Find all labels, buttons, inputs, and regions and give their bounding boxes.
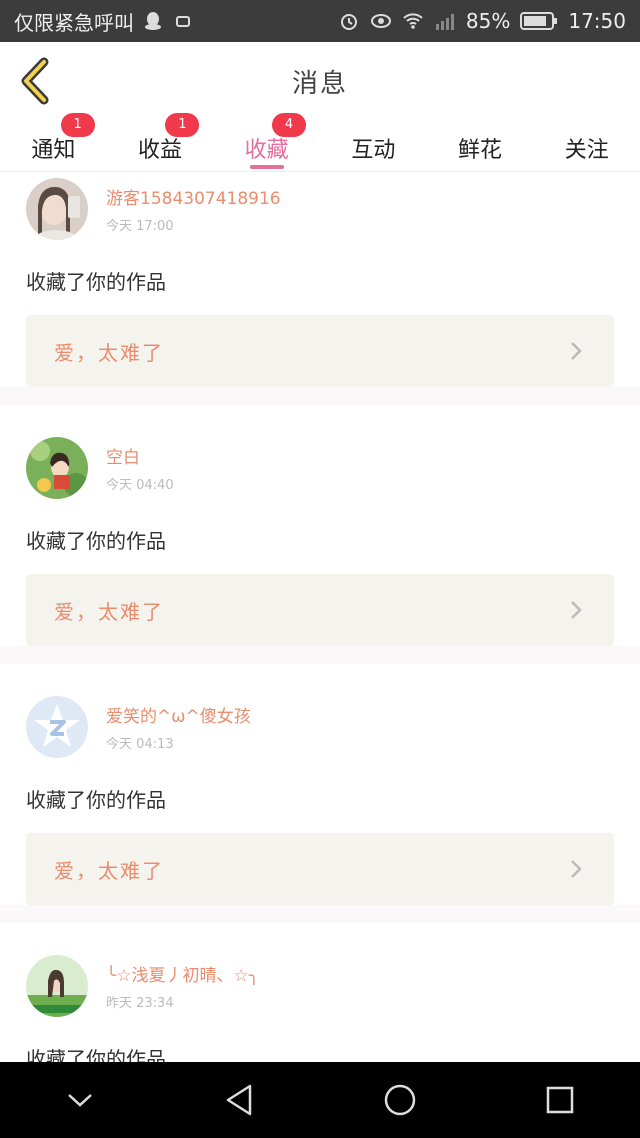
tab-interactions[interactable]: 互动 xyxy=(320,120,427,171)
message-feed: 游客1584307418916 今天 17:00 收藏了你的作品 爱，太难了 空… xyxy=(0,172,640,1062)
tab-flowers[interactable]: 鲜花 xyxy=(427,120,534,171)
avatar[interactable] xyxy=(26,955,88,1017)
work-title: 爱，太难了 xyxy=(54,599,164,624)
back-arrow-icon xyxy=(21,57,49,105)
avatar-image xyxy=(26,955,88,1017)
tab-label: 互动 xyxy=(351,138,396,163)
username[interactable]: 空白 xyxy=(106,443,174,468)
chevron-down-icon xyxy=(68,1094,92,1107)
hide-nav-button[interactable] xyxy=(50,1070,110,1130)
favorite-message-card: 空白 今天 04:40 收藏了你的作品 爱，太难了 xyxy=(0,405,640,646)
action-text: 收藏了你的作品 xyxy=(26,1047,166,1062)
message-time: 今天 04:40 xyxy=(106,478,174,493)
avatar[interactable] xyxy=(26,178,88,240)
back-nav-button[interactable] xyxy=(210,1070,270,1130)
avatar[interactable] xyxy=(26,437,88,499)
chevron-right-icon xyxy=(571,860,582,878)
username[interactable]: 爱笑的^ω^傻女孩 xyxy=(106,702,251,727)
message-time: 昨天 23:34 xyxy=(106,996,174,1011)
avatar-image xyxy=(26,178,88,240)
default-avatar-icon xyxy=(26,696,88,758)
carrier-text: 仅限紧急呼叫 xyxy=(14,10,134,35)
home-nav-button[interactable] xyxy=(370,1070,430,1130)
username[interactable]: 游客1584307418916 xyxy=(106,184,281,209)
favorite-message-card: 游客1584307418916 今天 17:00 收藏了你的作品 爱，太难了 xyxy=(0,172,640,387)
message-time: 今天 17:00 xyxy=(106,219,174,234)
action-text: 收藏了你的作品 xyxy=(26,788,166,812)
unread-badge: 1 xyxy=(165,113,200,137)
tab-label: 关注 xyxy=(564,138,609,163)
work-link[interactable]: 爱，太难了 xyxy=(26,833,614,905)
qq-icon xyxy=(145,12,161,30)
battery-percent: 85% xyxy=(465,9,511,33)
unread-badge: 1 xyxy=(60,113,95,137)
circle-home-icon xyxy=(384,1084,416,1116)
chevron-right-icon xyxy=(571,342,582,360)
username[interactable]: ╰☆浅夏丿初晴、☆╮ xyxy=(106,961,259,986)
tab-notifications[interactable]: 通知 1 xyxy=(0,113,107,171)
work-link[interactable]: 爱，太难了 xyxy=(26,315,614,387)
tab-earnings[interactable]: 收益 1 xyxy=(107,113,214,171)
wifi-icon xyxy=(403,13,423,29)
recents-nav-button[interactable] xyxy=(530,1070,590,1130)
tab-label: 鲜花 xyxy=(458,138,503,163)
signal-icon xyxy=(435,14,454,30)
header: 消息 xyxy=(0,42,640,120)
status-bar: 仅限紧急呼叫 85% 17:50 xyxy=(0,0,640,42)
eye-comfort-icon xyxy=(370,14,391,28)
tab-favorites[interactable]: 收藏 4 xyxy=(213,113,320,171)
tab-label: 收藏 xyxy=(244,138,289,163)
tab-bar: 通知 1 收益 1 收藏 4 互动 鲜花 关注 xyxy=(0,113,640,172)
tab-label: 收益 xyxy=(138,138,183,163)
square-recents-icon xyxy=(546,1086,574,1114)
avatar-image xyxy=(26,437,88,499)
triangle-back-icon xyxy=(226,1084,252,1116)
app-notification-icon xyxy=(176,16,190,27)
tab-following[interactable]: 关注 xyxy=(533,120,640,171)
page-title: 消息 xyxy=(291,68,348,99)
tab-label: 通知 xyxy=(31,138,76,163)
avatar[interactable] xyxy=(26,696,88,758)
action-text: 收藏了你的作品 xyxy=(26,270,166,294)
unread-badge: 4 xyxy=(272,113,307,137)
action-text: 收藏了你的作品 xyxy=(26,529,166,553)
system-nav-bar xyxy=(0,1062,640,1138)
favorite-message-card: ╰☆浅夏丿初晴、☆╮ 昨天 23:34 收藏了你的作品 xyxy=(0,923,640,1062)
message-time: 今天 04:13 xyxy=(106,737,174,752)
clock: 17:50 xyxy=(568,9,626,33)
alarm-icon xyxy=(340,14,357,30)
work-title: 爱，太难了 xyxy=(54,858,164,883)
battery-icon xyxy=(520,12,558,30)
work-title: 爱，太难了 xyxy=(54,340,164,365)
back-button[interactable] xyxy=(16,56,56,106)
favorite-message-card: 爱笑的^ω^傻女孩 今天 04:13 收藏了你的作品 爱，太难了 xyxy=(0,664,640,905)
chevron-right-icon xyxy=(571,601,582,619)
work-link[interactable]: 爱，太难了 xyxy=(26,574,614,646)
